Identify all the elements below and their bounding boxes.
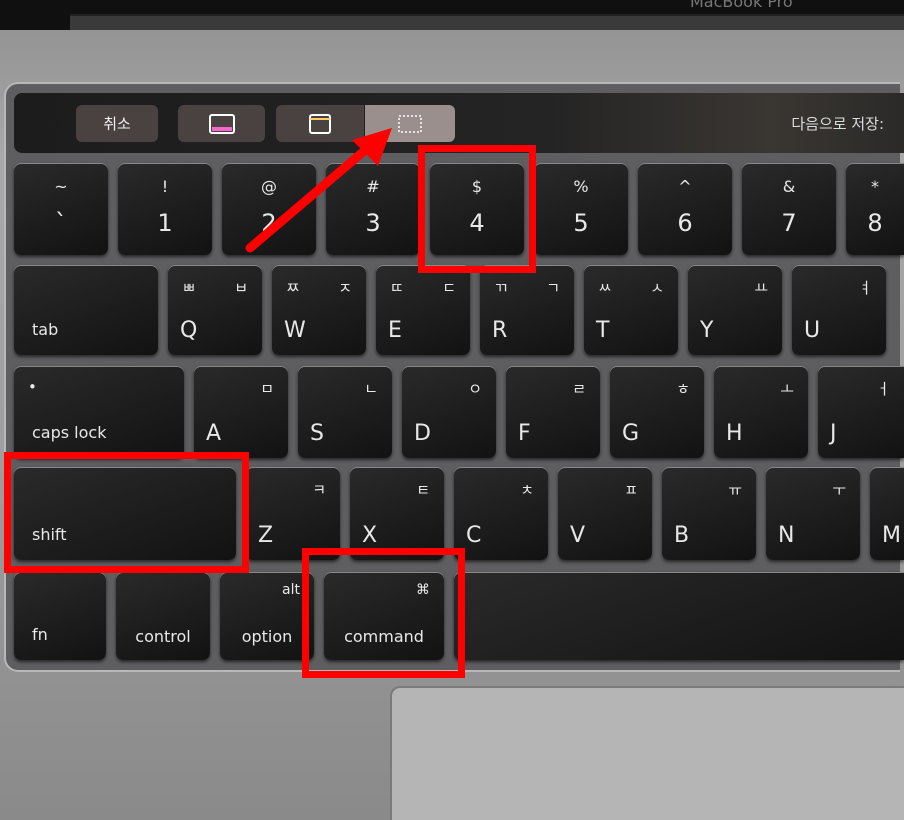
arrow-annotation — [245, 128, 392, 253]
